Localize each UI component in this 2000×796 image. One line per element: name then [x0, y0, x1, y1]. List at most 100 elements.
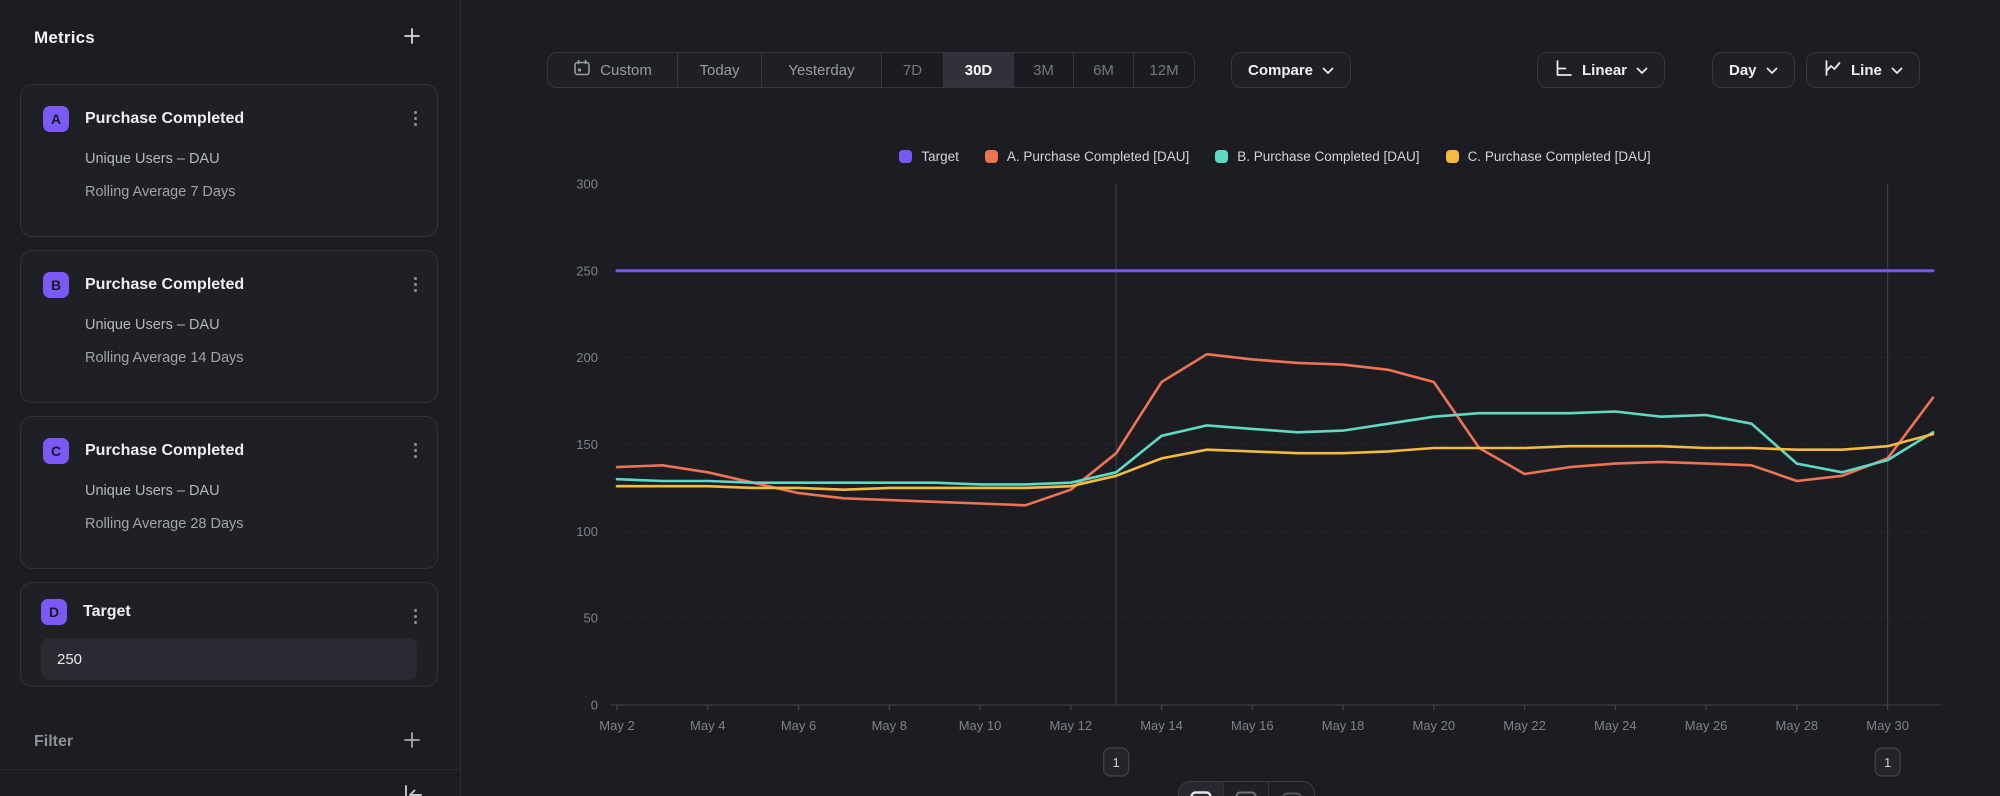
metric-card-a[interactable]: A Purchase Completed Unique Users – DAU Rol…	[20, 84, 438, 237]
range-tab-6m[interactable]: 6M	[1074, 53, 1134, 87]
x-axis-tick-label: May 16	[1231, 718, 1274, 733]
filter-section: Filter	[34, 728, 424, 755]
metric-title: Purchase Completed	[85, 276, 244, 294]
metric-measure: Unique Users – DAU	[85, 151, 415, 167]
svg-text:1: 1	[1113, 755, 1120, 770]
target-value-input[interactable]	[41, 638, 417, 680]
y-axis-tick-label: 200	[576, 350, 598, 365]
metric-letter-badge: D	[41, 599, 67, 625]
filter-label: Filter	[34, 733, 73, 751]
calendar-icon	[573, 59, 591, 81]
metric-card-head: A Purchase Completed	[43, 106, 415, 132]
x-axis-tick-label: May 8	[872, 718, 907, 733]
scale-select-button[interactable]: Linear	[1537, 52, 1665, 88]
range-tab-label: 6M	[1093, 62, 1114, 79]
sidebar-title: Metrics	[34, 28, 95, 48]
x-axis-tick-label: May 22	[1503, 718, 1546, 733]
range-tab-label: 30D	[965, 62, 993, 79]
metric-letter-badge: C	[43, 438, 69, 464]
range-tab-label: Yesterday	[788, 62, 854, 79]
chart-size-medium-button[interactable]	[1224, 782, 1269, 796]
y-axis-tick-label: 250	[576, 263, 598, 278]
x-axis-tick-label: May 4	[690, 718, 725, 733]
linear-scale-icon	[1554, 59, 1573, 81]
chevron-down-icon	[1766, 62, 1778, 79]
range-tab-30d[interactable]: 30D	[944, 53, 1014, 87]
range-tab-12m[interactable]: 12M	[1134, 53, 1194, 87]
chart-toolbar: Custom Today Yesterday 7D 30D 3M 6M 12M Compare…	[461, 52, 2000, 88]
range-tab-today[interactable]: Today	[678, 53, 762, 87]
x-axis-tick-label: May 26	[1685, 718, 1728, 733]
collapse-left-icon	[400, 782, 426, 796]
series-line	[617, 434, 1933, 490]
x-axis-tick-label: May 18	[1322, 718, 1365, 733]
sidebar-divider	[0, 769, 460, 770]
y-axis-tick-label: 100	[576, 524, 598, 539]
metric-menu-button[interactable]	[410, 605, 421, 628]
range-tab-label: Today	[699, 62, 739, 79]
chart-type-select-label: Line	[1851, 62, 1882, 79]
sidebar-header: Metrics	[34, 24, 424, 51]
y-axis-tick-label: 150	[576, 437, 598, 452]
interval-select-button[interactable]: Day	[1712, 52, 1795, 88]
scale-select-label: Linear	[1582, 62, 1627, 79]
target-card-head: D Target	[41, 599, 417, 625]
x-axis-tick-label: May 20	[1413, 718, 1456, 733]
add-filter-button[interactable]	[400, 728, 424, 755]
chart-type-select-button[interactable]: Line	[1806, 52, 1920, 88]
metric-title: Purchase Completed	[85, 110, 244, 128]
metric-detail: Rolling Average 28 Days	[85, 516, 415, 532]
annotation-badge[interactable]: 1	[1875, 748, 1900, 776]
metrics-sidebar: Metrics A Purchase Completed Unique Users …	[0, 0, 461, 796]
chart-size-switch	[1178, 781, 1315, 796]
target-title: Target	[83, 603, 131, 621]
x-axis-tick-label: May 14	[1140, 718, 1183, 733]
metric-title: Purchase Completed	[85, 442, 244, 460]
line-chart: 300250200150100500May 2May 4May 6May 8Ma…	[461, 130, 2000, 796]
range-tab-yesterday[interactable]: Yesterday	[762, 53, 882, 87]
range-tab-label: 7D	[903, 62, 922, 79]
x-axis-tick-label: May 28	[1776, 718, 1819, 733]
chevron-down-icon	[1891, 62, 1903, 79]
metric-letter-badge: A	[43, 106, 69, 132]
plus-icon	[402, 26, 422, 49]
target-card[interactable]: D Target	[20, 582, 438, 687]
interval-select-label: Day	[1729, 62, 1757, 79]
x-axis-tick-label: May 6	[781, 718, 816, 733]
metric-card-list: A Purchase Completed Unique Users – DAU Rol…	[20, 84, 438, 687]
range-tab-custom[interactable]: Custom	[548, 53, 678, 87]
metric-measure: Unique Users – DAU	[85, 317, 415, 333]
collapse-sidebar-button[interactable]	[398, 780, 428, 796]
card-large-icon	[1190, 791, 1212, 796]
metric-letter-badge: B	[43, 272, 69, 298]
metric-card-c[interactable]: C Purchase Completed Unique Users – DAU Rol…	[20, 416, 438, 569]
range-tab-7d[interactable]: 7D	[882, 53, 944, 87]
range-tab-3m[interactable]: 3M	[1014, 53, 1074, 87]
compare-button[interactable]: Compare	[1231, 52, 1351, 88]
add-metric-button[interactable]	[400, 24, 424, 51]
x-axis-tick-label: May 2	[599, 718, 634, 733]
card-small-icon	[1281, 791, 1303, 796]
x-axis-tick-label: May 30	[1866, 718, 1909, 733]
x-axis-tick-label: May 10	[959, 718, 1002, 733]
range-tab-label: 3M	[1033, 62, 1054, 79]
plus-icon	[402, 730, 422, 753]
metric-detail: Rolling Average 14 Days	[85, 350, 415, 366]
y-axis-tick-label: 0	[591, 698, 598, 713]
y-axis-tick-label: 300	[576, 177, 598, 192]
line-chart-icon	[1823, 59, 1842, 81]
metric-card-b[interactable]: B Purchase Completed Unique Users – DAU Rol…	[20, 250, 438, 403]
chevron-down-icon	[1636, 62, 1648, 79]
chart-size-small-button[interactable]	[1269, 782, 1314, 796]
date-range-tabs: Custom Today Yesterday 7D 30D 3M 6M 12M	[547, 52, 1195, 88]
chart-size-large-button[interactable]	[1179, 782, 1224, 796]
metric-detail: Rolling Average 7 Days	[85, 184, 415, 200]
metric-menu-button[interactable]	[410, 273, 421, 296]
metric-menu-button[interactable]	[410, 439, 421, 462]
metric-menu-button[interactable]	[410, 107, 421, 130]
x-axis-tick-label: May 12	[1049, 718, 1092, 733]
card-split-icon	[1235, 791, 1257, 796]
annotation-badge[interactable]: 1	[1104, 748, 1129, 776]
metric-measure: Unique Users – DAU	[85, 483, 415, 499]
x-axis-tick-label: May 24	[1594, 718, 1637, 733]
